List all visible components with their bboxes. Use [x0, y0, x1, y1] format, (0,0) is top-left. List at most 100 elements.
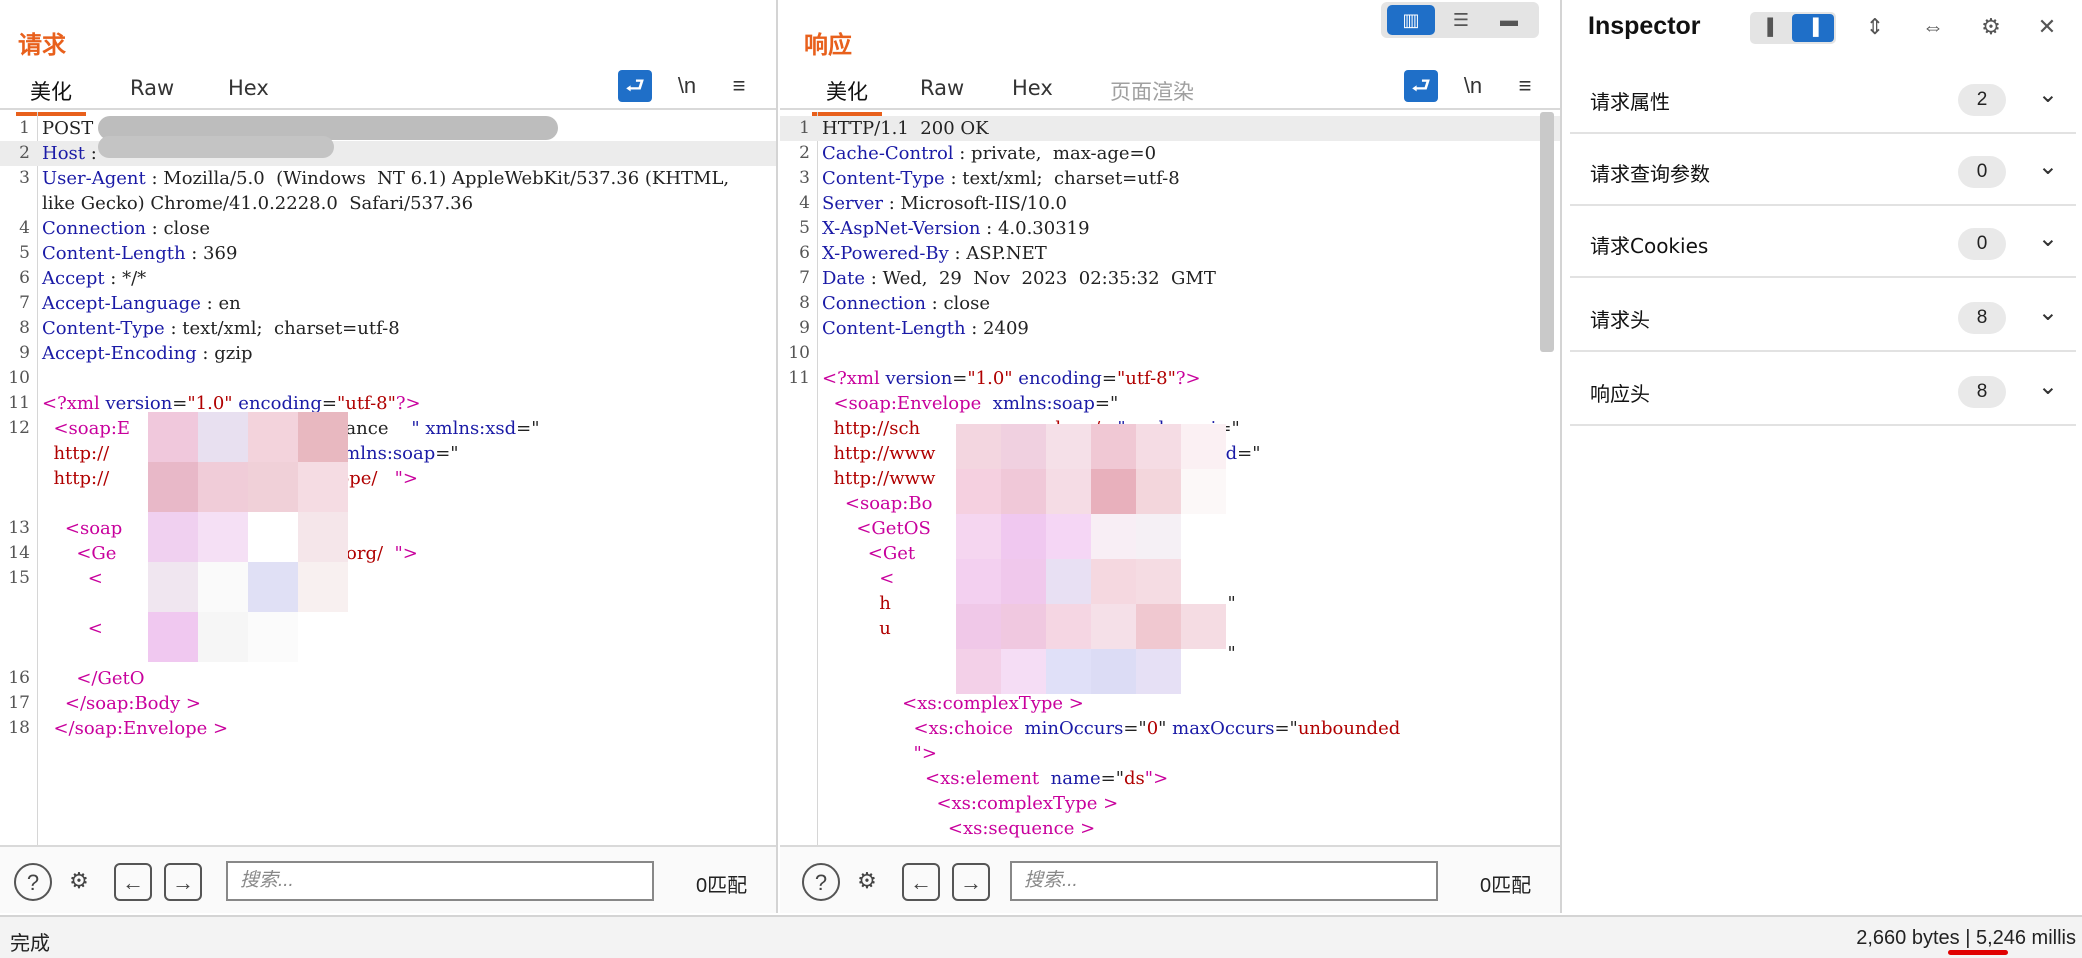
- chevron-down-icon[interactable]: ⌄: [2038, 224, 2058, 253]
- chevron-down-icon[interactable]: ⌄: [2038, 372, 2058, 401]
- code-line: 8 Connection : close: [780, 291, 1560, 316]
- inspector-section-request-headers[interactable]: 请求头 8 ⌄: [1570, 280, 2076, 352]
- gear-icon[interactable]: ⚙: [60, 863, 98, 901]
- code-token: <: [42, 568, 103, 589]
- chevron-down-icon[interactable]: ⌄: [2038, 80, 2058, 109]
- code-token: http://: [53, 468, 110, 489]
- scrollbar-thumb[interactable]: [1540, 112, 1554, 352]
- wrap-lines-icon[interactable]: ⮐: [618, 70, 652, 102]
- close-icon[interactable]: ✕: [2030, 10, 2064, 44]
- code-token: ">: [913, 743, 937, 764]
- tab-pretty[interactable]: 美化: [812, 76, 882, 116]
- line-code: Content-Length : 369: [42, 241, 768, 266]
- line-number: 3: [19, 168, 30, 188]
- line-number: 5: [19, 243, 30, 263]
- section-label: 响应头: [1590, 382, 1650, 406]
- code-token: =": [435, 443, 459, 464]
- collapse-all-icon[interactable]: ⇔: [1916, 10, 1950, 44]
- line-code: </GetO: [42, 666, 768, 691]
- wrap-lines-icon[interactable]: ⮐: [1404, 70, 1438, 102]
- code-token: =: [952, 368, 968, 389]
- menu-icon[interactable]: ≡: [722, 70, 756, 102]
- search-input[interactable]: 搜索...: [1010, 861, 1438, 901]
- gear-icon[interactable]: ⚙: [1974, 10, 2008, 44]
- line-code: HTTP/1.1 200 OK: [822, 116, 1552, 141]
- code-token: "1.0": [187, 393, 233, 414]
- code-token: http://www: [833, 443, 936, 464]
- chevron-down-icon[interactable]: ⌄: [2038, 298, 2058, 327]
- section-label: 请求属性: [1590, 90, 1670, 114]
- layout-left-icon[interactable]: ▌: [1752, 14, 1794, 42]
- code-token: : Microsoft-IIS/10.0: [883, 193, 1067, 214]
- code-line: 3 User-Agent : Mozilla/5.0 (Windows NT 6.…: [0, 166, 776, 216]
- response-editor[interactable]: 1 HTTP/1.1 200 OK 2 Cache-Control : private…: [780, 112, 1560, 845]
- help-icon[interactable]: ?: [802, 863, 840, 901]
- code-token: : close: [925, 293, 991, 314]
- line-number: 1: [799, 118, 810, 138]
- request-search-bar: ? ⚙ ← → 搜索... 0匹配: [0, 845, 776, 913]
- code-token: http://sch: [833, 418, 921, 439]
- back-arrow-icon[interactable]: ←: [114, 863, 152, 901]
- line-number: 15: [8, 568, 30, 588]
- code-token: name: [1039, 768, 1101, 789]
- inspector-section-request-attributes[interactable]: 请求属性 2 ⌄: [1570, 62, 2076, 134]
- inspector-panel: Inspector ▌ ▐ ⇕ ⇔ ⚙ ✕ 请求属性 2 ⌄ 请求查询参数 0 …: [1564, 0, 2082, 913]
- request-editor[interactable]: 1POST HTTP/1.12Host : 3User-Agent : Mozi…: [0, 112, 776, 845]
- tab-hex[interactable]: Hex: [998, 76, 1067, 106]
- split-horizontal-icon[interactable]: ▥: [1387, 5, 1435, 35]
- layout-right-icon[interactable]: ▐: [1792, 14, 1834, 42]
- inspector-layout-switch: ▌ ▐: [1750, 12, 1836, 44]
- code-token: >: [1074, 818, 1096, 839]
- code-line: 5 X-AspNet-Version : 4.0.30319: [780, 216, 1560, 241]
- code-token: <xs:element: [925, 768, 1040, 789]
- back-arrow-icon[interactable]: ←: [902, 863, 940, 901]
- tab-render[interactable]: 页面渲染: [1096, 76, 1208, 112]
- code-token: =": [1100, 768, 1125, 789]
- help-icon[interactable]: ?: [14, 863, 52, 901]
- expand-all-icon[interactable]: ⇕: [1858, 10, 1892, 44]
- forward-arrow-icon[interactable]: →: [952, 863, 990, 901]
- gear-icon[interactable]: ⚙: [848, 863, 886, 901]
- search-input[interactable]: 搜索...: [226, 861, 654, 901]
- single-pane-icon[interactable]: ▬: [1485, 5, 1533, 35]
- code-token: =": [1237, 443, 1261, 464]
- newline-icon[interactable]: \n: [1456, 70, 1490, 102]
- line-number: 12: [8, 418, 30, 438]
- tab-pretty[interactable]: 美化: [16, 76, 86, 116]
- line-number: 4: [19, 218, 30, 238]
- code-token: : close: [145, 218, 211, 239]
- chevron-down-icon[interactable]: ⌄: [2038, 152, 2058, 181]
- line-number: 2: [19, 143, 30, 163]
- line-code: X-AspNet-Version : 4.0.30319: [822, 216, 1552, 241]
- tab-raw[interactable]: Raw: [116, 76, 188, 106]
- code-token: "utf-8": [336, 393, 396, 414]
- inspector-section-response-headers[interactable]: 响应头 8 ⌄: [1570, 354, 2076, 426]
- code-token: : */*: [104, 268, 147, 289]
- code-token: : Mozilla/5.0 (Windows NT 6.1) AppleWebK…: [42, 168, 741, 214]
- line-number: 3: [799, 168, 810, 188]
- line-code: Content-Type : text/xml; charset=utf-8: [42, 316, 768, 341]
- code-token: </: [42, 693, 87, 714]
- code-token: Cache-Control: [822, 143, 954, 164]
- line-number: 17: [8, 693, 30, 713]
- inspector-section-cookies[interactable]: 请求Cookies 0 ⌄: [1570, 206, 2076, 278]
- code-token: X-AspNet-Version: [822, 218, 981, 239]
- code-token: : 2409: [965, 318, 1029, 339]
- line-number: 9: [799, 318, 810, 338]
- code-token: >: [207, 718, 229, 739]
- code-line: 10: [780, 341, 1560, 366]
- menu-icon[interactable]: ≡: [1508, 70, 1542, 102]
- code-token: Server: [822, 193, 884, 214]
- split-vertical-icon[interactable]: ☰: [1437, 5, 1485, 35]
- code-token: Date: [822, 268, 866, 289]
- tab-hex[interactable]: Hex: [214, 76, 283, 106]
- newline-icon[interactable]: \n: [670, 70, 704, 102]
- forward-arrow-icon[interactable]: →: [164, 863, 202, 901]
- code-line: 3 Content-Type : text/xml; charset=utf-8: [780, 166, 1560, 191]
- code-token: =": [1274, 718, 1298, 739]
- tab-raw[interactable]: Raw: [906, 76, 978, 106]
- line-number: 6: [799, 243, 810, 263]
- inspector-section-query-params[interactable]: 请求查询参数 0 ⌄: [1570, 134, 2076, 206]
- line-number: 16: [8, 668, 30, 688]
- code-token: http://: [53, 443, 110, 464]
